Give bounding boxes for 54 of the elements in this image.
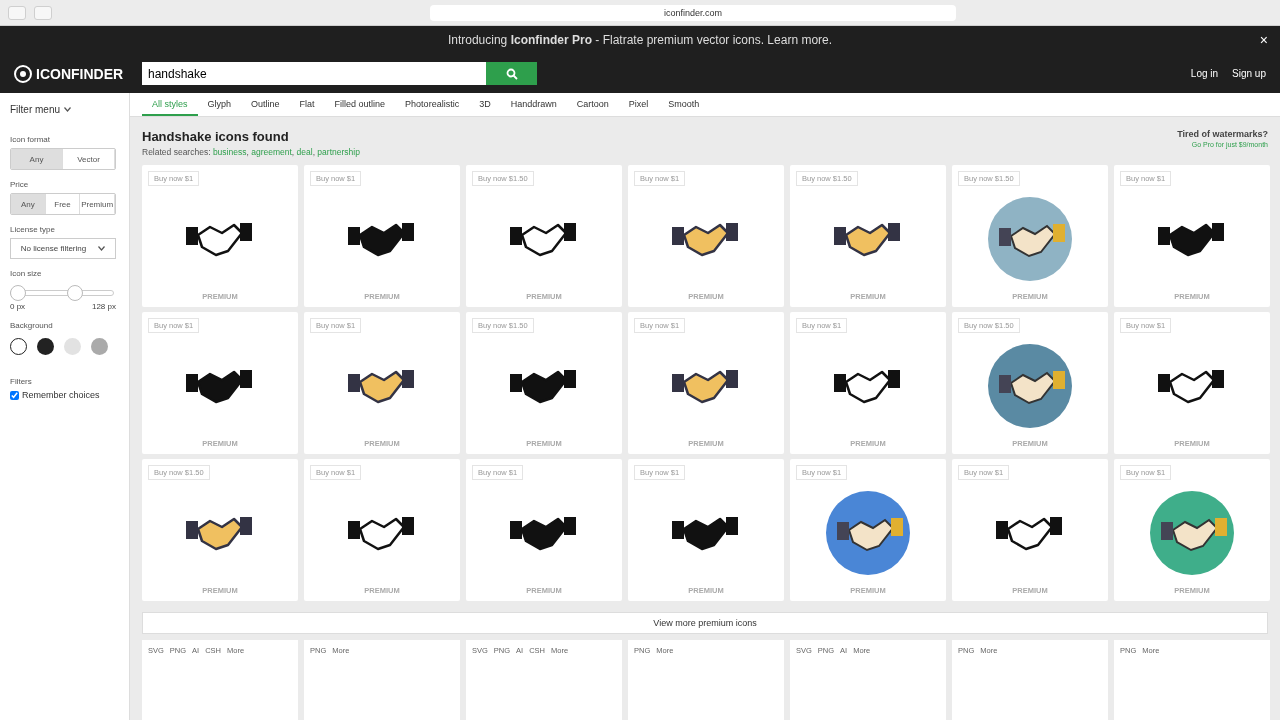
handshake-icon bbox=[825, 490, 911, 576]
range-label: 0 px bbox=[10, 302, 26, 311]
range-label: 128 px bbox=[91, 302, 116, 311]
search-field[interactable]: handshake bbox=[142, 62, 486, 85]
filter-label: Background bbox=[10, 321, 54, 330]
promo-title: Tired of watermarks? bbox=[1177, 129, 1268, 139]
caret-icon bbox=[64, 106, 71, 112]
price-option[interactable]: Premium bbox=[80, 194, 115, 214]
remember-checkbox[interactable]: Remember choices bbox=[10, 390, 119, 400]
style-tab[interactable]: Filled outline bbox=[324, 93, 396, 116]
style-tab[interactable]: Photorealistic bbox=[395, 93, 470, 116]
filter-menu[interactable]: Filter menu bbox=[10, 93, 119, 125]
style-tab[interactable]: Flat bbox=[289, 93, 325, 116]
filter-label: Icon size bbox=[10, 269, 43, 278]
filter-label: Filters bbox=[10, 377, 33, 386]
close-button[interactable]: × bbox=[1259, 32, 1268, 48]
eye-logo-icon bbox=[14, 64, 32, 83]
style-tab[interactable]: Smooth bbox=[658, 93, 710, 116]
address-bar[interactable]: iconfinder.com bbox=[430, 4, 956, 21]
view-more-button[interactable]: View more premium icons bbox=[142, 612, 1268, 634]
back-button[interactable] bbox=[8, 5, 26, 20]
filter-label: Price bbox=[10, 180, 30, 189]
search-icon bbox=[505, 67, 518, 80]
license-dropdown[interactable]: No license filtering bbox=[10, 238, 116, 259]
related-searches: Related searches: business, agreement, deal, partnership bbox=[142, 147, 360, 157]
results-title: Handshake icons found bbox=[142, 129, 290, 144]
background-swatch[interactable] bbox=[37, 338, 54, 355]
background-swatch[interactable] bbox=[64, 338, 81, 355]
search-button[interactable] bbox=[486, 62, 537, 85]
slider-handle[interactable] bbox=[67, 285, 84, 301]
format-option[interactable]: Any bbox=[11, 149, 63, 169]
handshake-icon bbox=[1149, 490, 1235, 576]
filter-label: Icon format bbox=[10, 135, 51, 144]
forward-button[interactable] bbox=[34, 5, 52, 20]
filter-label: License type bbox=[10, 225, 56, 234]
logo-text: ICONFINDER bbox=[36, 65, 124, 82]
header-link[interactable]: Log in bbox=[1190, 68, 1219, 79]
banner-text: Introducing Iconfinder Pro - Flatrate premium vector icons. Learn more. bbox=[447, 33, 833, 47]
header-link[interactable]: Sign up bbox=[1232, 68, 1266, 79]
style-tab[interactable]: Pixel bbox=[618, 93, 659, 116]
background-swatch[interactable] bbox=[10, 338, 27, 355]
checkbox[interactable] bbox=[10, 390, 19, 400]
style-tab[interactable]: Outline bbox=[241, 93, 290, 116]
style-tab[interactable]: Cartoon bbox=[566, 93, 619, 116]
price-option[interactable]: Any bbox=[11, 194, 46, 214]
license-value: No license filtering bbox=[20, 244, 87, 253]
handshake-icon bbox=[987, 343, 1073, 429]
style-tab[interactable]: Glyph bbox=[197, 93, 242, 116]
handshake-icon bbox=[987, 196, 1073, 282]
style-tab[interactable]: 3D bbox=[469, 93, 501, 116]
background-swatch[interactable] bbox=[91, 338, 108, 355]
caret-icon bbox=[98, 246, 106, 251]
style-tab[interactable]: Handdrawn bbox=[500, 93, 567, 116]
slider-handle[interactable] bbox=[10, 285, 26, 301]
